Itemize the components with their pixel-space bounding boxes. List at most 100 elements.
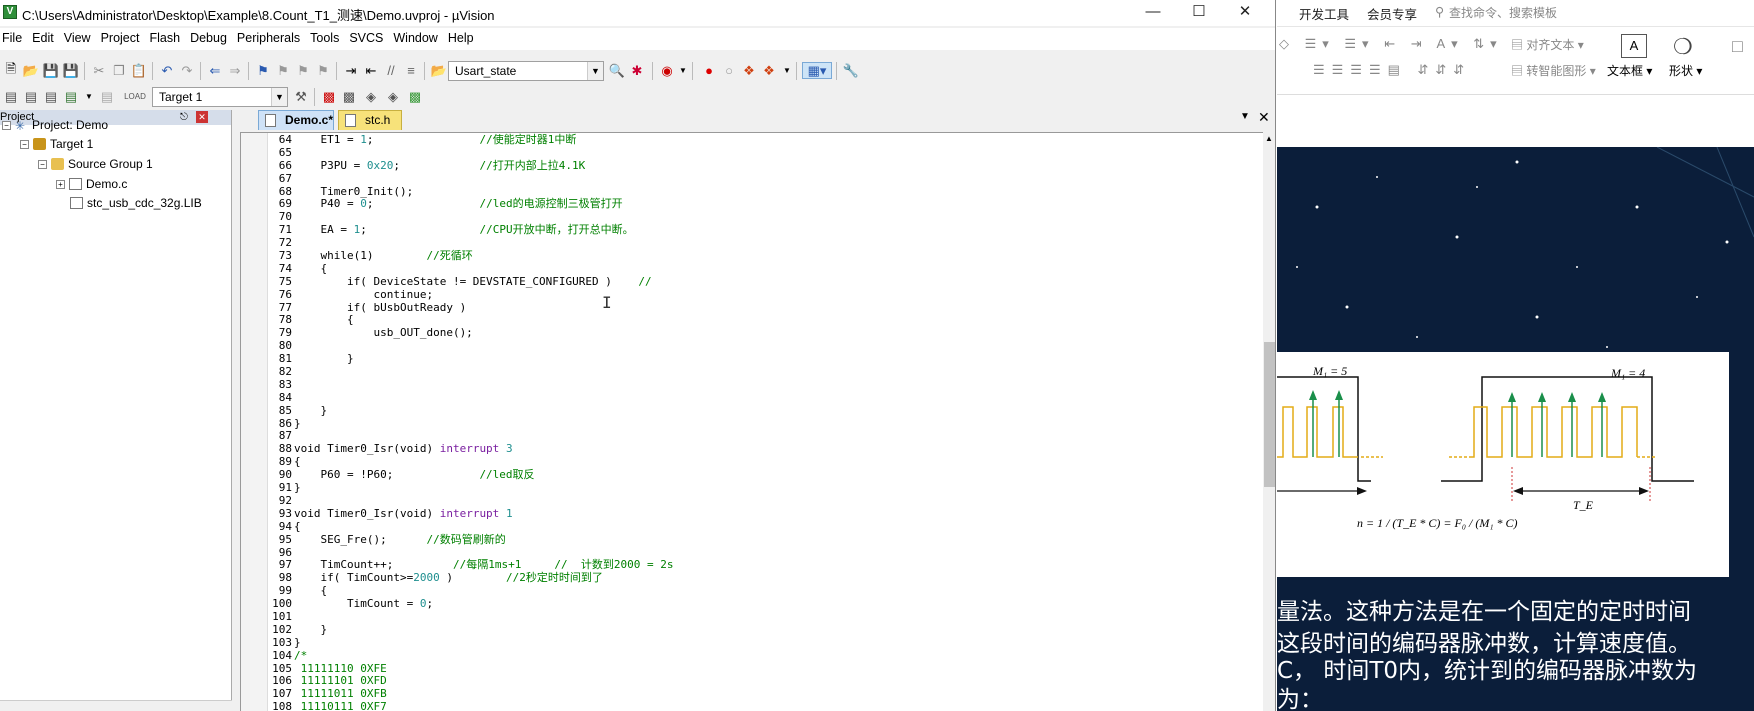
tab-close-icon[interactable]: ✕ [1258,109,1270,126]
tree-target[interactable]: − Target 1 [20,137,93,151]
undo-icon[interactable]: ↶ [158,62,176,79]
target-combo[interactable]: Target 1 ▼ [152,87,288,107]
stop-build-icon[interactable]: ▤ [98,88,116,105]
code-line[interactable]: 71 EA = 1; //CPU开放中断，打开总中断。 [241,223,1241,237]
paste-icon[interactable]: 📋 [130,62,148,79]
code-line[interactable]: 84 [241,391,1241,405]
textbox-button[interactable]: 文本框 ▾ [1607,62,1652,79]
download-icon[interactable]: LOAD [124,88,146,105]
redo-icon[interactable]: ↷ [178,62,196,79]
rebuild-icon[interactable]: ▤ [42,88,60,105]
code-line[interactable]: 106 11111101 0XFD [241,674,1241,688]
code-line[interactable]: 100 TimCount = 0; [241,597,1241,611]
ribbon-tab-member[interactable]: 会员专享 [1367,4,1417,23]
code-line[interactable]: 67 [241,172,1241,186]
select-pack-icon[interactable]: ▩ [340,88,358,105]
save-icon[interactable]: 💾 [42,62,60,79]
smart-shape-button[interactable]: ▤ 转智能图形 ▾ [1511,62,1596,79]
manage-rte-icon[interactable]: ◈ [362,88,380,105]
collapse-icon[interactable]: − [2,120,11,130]
save-all-icon[interactable]: 💾 [62,62,80,79]
breakpoint-dropdown-icon[interactable]: ▼ [778,62,796,79]
paragraph-align-icons[interactable]: ☰☰☰☰▤ ⇵⇵⇵ [1313,62,1471,78]
panel-close-icon[interactable]: ✕ [196,111,208,123]
more-icon[interactable]: □ [1732,36,1743,57]
tab-demo-c[interactable]: Demo.c* [258,110,334,130]
new-file-icon[interactable]: 🗎 [2,61,20,79]
tree-file-lib[interactable]: stc_usb_cdc_32g.LIB [70,196,202,210]
code-line[interactable]: 82 [241,365,1241,379]
project-hscrollbar[interactable] [0,700,232,711]
next-bookmark-icon[interactable]: ⚑ [294,62,312,79]
tab-list-dropdown-icon[interactable]: ▼ [1240,111,1250,122]
align-text-button[interactable]: ▤ 对齐文本 ▾ [1511,36,1584,53]
code-line[interactable]: 101 [241,610,1241,624]
uncomment-icon[interactable]: ≡ [402,62,420,79]
code-line[interactable]: 88 void Timer0_Isr(void) interrupt 3 [241,442,1241,456]
scroll-up-icon[interactable]: ▲ [1265,134,1273,143]
tree-project-root[interactable]: − ✳ Project: Demo [2,118,108,133]
code-line[interactable]: 80 [241,339,1241,353]
menu-edit[interactable]: Edit [32,28,64,45]
code-line[interactable]: 92 [241,494,1241,508]
code-line[interactable]: 83 [241,378,1241,392]
code-line[interactable]: 75 if( DeviceState != DEVSTATE_CONFIGURE… [241,275,1241,289]
close-button[interactable]: ✕ [1222,0,1268,26]
search-icon[interactable]: ⚲ [1435,4,1444,19]
code-line[interactable]: 66 P3PU = 0x20; //打开内部上拉4.1K [241,159,1241,173]
command-search-input[interactable]: 查找命令、搜索模板 [1449,4,1557,21]
debug-dropdown-icon[interactable]: ▼ [674,62,692,79]
target-options-icon[interactable]: ⚒ [292,88,310,105]
code-line[interactable]: 95 SEG_Fre(); //数码管刷新的 [241,533,1241,547]
code-line[interactable]: 102 } [241,623,1241,637]
comment-icon[interactable]: // [382,62,400,79]
unindent-icon[interactable]: ⇤ [362,62,380,79]
editor-vscrollbar[interactable]: ▲ [1263,132,1275,711]
batch-dropdown-icon[interactable]: ▼ [80,88,98,105]
find-combo[interactable]: Usart_state ▼ [448,61,604,81]
disable-all-breakpoints-icon[interactable]: ❖ [740,62,758,79]
open-folder-icon[interactable]: 📂 [22,62,40,79]
menu-flash[interactable]: Flash [149,28,190,45]
build-icon[interactable]: ▤ [22,88,40,105]
code-line[interactable]: 86} [241,417,1241,431]
copy-icon[interactable]: ❐ [110,62,128,79]
indent-icon[interactable]: ⇥ [342,62,360,79]
incremental-find-icon[interactable]: ✱ [628,62,646,79]
translate-icon[interactable]: ▤ [2,88,20,105]
cut-icon[interactable]: ✂ [90,62,108,79]
code-line[interactable]: 81 } [241,352,1241,366]
code-line[interactable]: 64 ET1 = 1; //使能定时器1中断 [241,133,1241,147]
menu-peripherals[interactable]: Peripherals [237,28,310,45]
window-layout-icon[interactable]: ▦▾ [802,62,832,79]
bookmark-icon[interactable]: ⚑ [254,62,272,79]
textbox-icon[interactable]: A [1621,34,1647,58]
scroll-thumb[interactable] [1264,342,1275,487]
code-line[interactable]: 94{ [241,520,1241,534]
code-line[interactable]: 91} [241,481,1241,495]
expand-icon[interactable]: + [56,179,65,189]
code-line[interactable]: 73 while(1) //死循环 [241,249,1241,263]
code-line[interactable]: 105 11111110 0XFE [241,662,1241,676]
find-folder-icon[interactable]: 📂 [430,62,448,79]
find-in-files-icon[interactable]: 🔍 [608,62,626,79]
nav-forward-icon[interactable]: ⇒ [226,62,244,79]
menu-view[interactable]: View [64,28,101,45]
maximize-button[interactable]: ☐ [1176,0,1222,26]
code-line[interactable]: 79 usb_OUT_done(); [241,326,1241,340]
code-line[interactable]: 93 void Timer0_Isr(void) interrupt 1 [241,507,1241,521]
code-line[interactable]: 77 if( bUsbOutReady ) [241,301,1241,315]
menu-window[interactable]: Window [393,28,447,45]
code-editor[interactable]: 64 ET1 = 1; //使能定时器1中断 65 66 P3PU = 0x20; … [240,132,1263,711]
code-line[interactable]: 69 P40 = 0; //led的电源控制三极管打开 [241,198,1241,211]
nav-back-icon[interactable]: ⇐ [206,62,224,79]
code-line[interactable]: 85 } [241,404,1241,418]
menu-file[interactable]: File [2,28,32,45]
disable-breakpoint-icon[interactable]: ○ [720,62,738,79]
menu-project[interactable]: Project [101,28,150,45]
tab-stc-h[interactable]: stc.h [338,110,402,130]
configure-icon[interactable]: 🔧 [842,62,860,79]
menu-svcs[interactable]: SVCS [349,28,393,45]
code-line[interactable]: 90 P60 = !P60; //led取反 [241,468,1241,482]
stc-isp-icon[interactable]: ▩ [406,88,424,105]
